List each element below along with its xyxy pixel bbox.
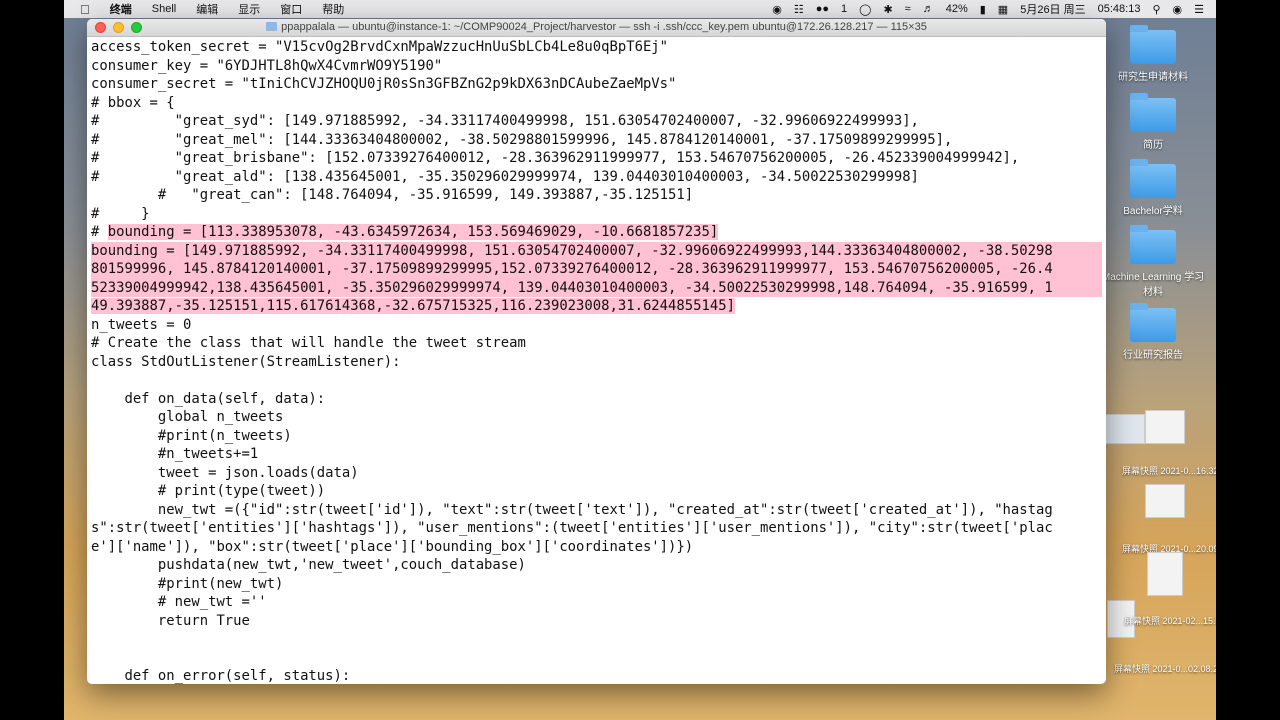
terminal-line: #print(new_twt) xyxy=(91,575,284,592)
wechat-icon[interactable]: ●● xyxy=(816,3,829,15)
terminal-line: e']['name']), "box":str(tweet['place']['… xyxy=(91,538,694,555)
terminal-title-bar[interactable]: ppappalala — ubuntu@instance-1: ~/COMP90… xyxy=(87,19,1106,37)
terminal-line: # Create the class that will handle the … xyxy=(91,335,526,351)
terminal-line: #print(n_tweets) xyxy=(91,427,292,444)
screenshot-label: 屏幕快照 2021-02...15.29.19 xyxy=(1124,616,1216,626)
terminal-line: 52339004999942,138.435645001, -35.350296… xyxy=(91,278,1102,297)
terminal-line: def on_error(self, status): xyxy=(91,668,351,684)
terminal-line: # new_twt ='' xyxy=(91,594,267,610)
menu-app-name[interactable]: 终端 xyxy=(110,1,132,17)
folder-icon xyxy=(1130,225,1176,264)
folder-label: Machine Learning 学习材料 xyxy=(1101,272,1205,298)
menu-shell[interactable]: Shell xyxy=(152,3,176,15)
status-app-icon[interactable]: ◉ xyxy=(772,3,782,16)
battery-icon[interactable]: ▮ xyxy=(980,3,986,16)
terminal-line: return True xyxy=(91,612,250,629)
clock-icon[interactable]: ◯ xyxy=(859,3,871,16)
terminal-line: # "great_syd": [149.971885992, -34.33117… xyxy=(91,113,919,129)
terminal-line: class StdOutListener(StreamListener): xyxy=(91,353,401,370)
terminal-line: # "great_ald": [138.435645001, -35.35029… xyxy=(91,168,919,185)
terminal-line: global n_tweets xyxy=(91,409,284,425)
folder-icon xyxy=(1130,303,1176,342)
terminal-line: # "great_brisbane": [152.07339276400012,… xyxy=(91,150,1020,166)
letterbox-right xyxy=(1216,0,1280,720)
wechat-count: 1 xyxy=(841,3,848,15)
folder-icon xyxy=(266,22,278,31)
menu-edit[interactable]: 编辑 xyxy=(196,1,218,17)
desktop-folder[interactable]: 简历 xyxy=(1098,93,1208,151)
battery-percent: 42% xyxy=(945,3,968,15)
terminal-line: # bbox = { xyxy=(91,94,175,111)
desktop-folder[interactable]: Machine Learning 学习材料 xyxy=(1098,225,1208,298)
terminal-line: #n_tweets+=1 xyxy=(91,446,259,462)
apple-icon[interactable]:  xyxy=(80,2,90,17)
terminal-line: new_twt =({"id":str(tweet['id']), "text"… xyxy=(91,501,1053,518)
terminal-line: # "great_mel": [144.33363404800002, -38.… xyxy=(91,131,953,148)
folder-label: 行业研究报告 xyxy=(1123,350,1183,361)
terminal-window[interactable]: ppappalala — ubuntu@instance-1: ~/COMP90… xyxy=(87,19,1106,684)
terminal-line: s":str(tweet['entities']['hashtags']), "… xyxy=(91,520,1053,536)
folder-label: Bachelor学料 xyxy=(1123,206,1183,217)
menu-window[interactable]: 窗口 xyxy=(280,1,302,17)
status-menu-icon[interactable]: ☷ xyxy=(794,3,804,16)
screenshot-thumbnail[interactable] xyxy=(1105,414,1145,444)
folder-label: 研究生申请材料 xyxy=(1118,72,1188,83)
desktop-folder[interactable]: 行业研究报告 xyxy=(1098,303,1208,361)
terminal-line: consumer_secret = "tIniChCVJZHOQU0jR0sSn… xyxy=(91,76,677,92)
terminal-line: # } xyxy=(91,205,150,222)
terminal-line: 49.393887,-35.125151,115.617614368,-32.6… xyxy=(91,298,735,314)
letterbox-left xyxy=(0,0,64,720)
bluetooth-icon[interactable]: ✱ xyxy=(883,3,892,16)
terminal-line: tweet = json.loads(data) xyxy=(91,464,359,481)
menu-view[interactable]: 显示 xyxy=(238,1,260,17)
screenshot-thumbnail[interactable] xyxy=(1145,410,1185,444)
screenshot-label: 屏幕快照 2021-0...16.32.43 xyxy=(1122,466,1216,476)
window-title: ppappalala — ubuntu@instance-1: ~/COMP90… xyxy=(87,21,1106,33)
menu-date[interactable]: 5月26日 周三 xyxy=(1020,1,1085,17)
terminal-line: def on_data(self, data): xyxy=(91,390,326,407)
menu-time[interactable]: 05:48:13 xyxy=(1098,3,1141,15)
terminal-line: # "great_can": [148.764094, -35.916599, … xyxy=(91,187,694,203)
folder-icon xyxy=(1130,93,1176,132)
wifi-icon[interactable]: ≈ xyxy=(905,3,911,15)
menu-bar:  终端 Shell 编辑 显示 窗口 帮助 ◉ ☷ ●● 1 ◯ ✱ ≈ ♬ … xyxy=(64,0,1216,18)
screenshot-thumbnail[interactable] xyxy=(1147,552,1183,596)
terminal-line: 801599996, 145.8784120140001, -37.175098… xyxy=(91,260,1102,279)
desktop-folder[interactable]: Bachelor学料 xyxy=(1098,159,1208,217)
desktop-folder[interactable]: 研究生申请材料 xyxy=(1098,25,1208,83)
notification-center-icon[interactable]: ☰ xyxy=(1194,3,1204,16)
spotlight-search-icon[interactable]: ⚲ xyxy=(1152,3,1160,16)
siri-icon[interactable]: ◉ xyxy=(1173,3,1183,16)
terminal-output[interactable]: access_token_secret = "V15cvOg2BrvdCxnMp… xyxy=(87,37,1106,684)
terminal-line: # print(type(tweet)) xyxy=(91,483,326,499)
folder-label: 简历 xyxy=(1143,140,1163,151)
terminal-line: consumer_key = "6YDJHTL8hQwX4CvmrWO9Y519… xyxy=(91,57,443,74)
terminal-line: bounding = [149.971885992, -34.331174004… xyxy=(91,241,1102,260)
terminal-line: pushdata(new_twt,'new_tweet',couch_datab… xyxy=(91,557,526,573)
screenshot-label: 屏幕快照 2021-0...02.08.27 xyxy=(1114,664,1216,674)
terminal-line: access_token_secret = "V15cvOg2BrvdCxnMp… xyxy=(91,39,669,55)
folder-icon xyxy=(1130,159,1176,198)
screenshot-thumbnail[interactable] xyxy=(1145,484,1185,518)
terminal-line: n_tweets = 0 xyxy=(91,316,192,333)
sound-icon[interactable]: ♬ xyxy=(923,3,934,15)
menu-help[interactable]: 帮助 xyxy=(322,1,344,17)
input-source-icon[interactable]: ▦ xyxy=(998,3,1008,16)
terminal-line: # bounding = [113.338953078, -43.6345972… xyxy=(91,224,719,240)
window-title-text: ppappalala — ubuntu@instance-1: ~/COMP90… xyxy=(281,21,927,33)
folder-icon xyxy=(1130,25,1176,64)
